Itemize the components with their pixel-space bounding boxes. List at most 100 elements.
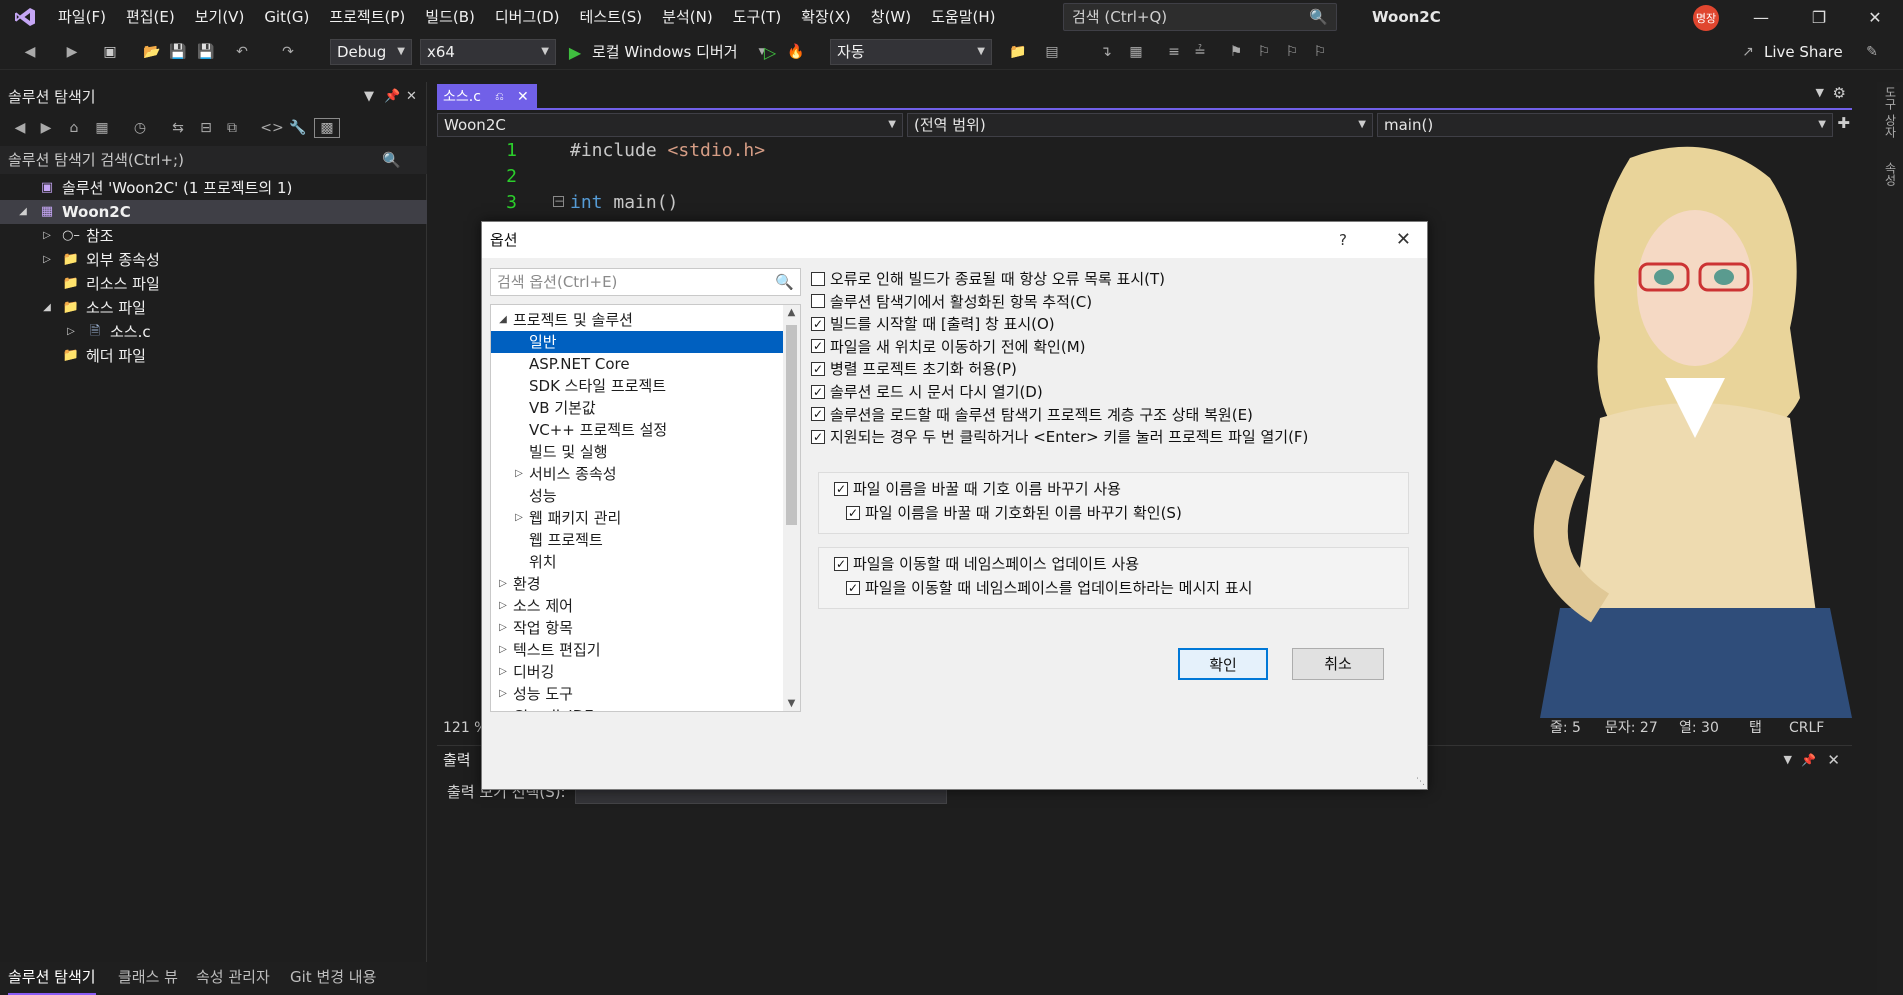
collapsed-icon[interactable]: ▷ — [64, 320, 78, 344]
checkbox-unchecked-icon[interactable] — [811, 271, 825, 286]
scroll-up-icon[interactable]: ▲ — [783, 307, 800, 318]
pending-changes-icon[interactable]: ◷ — [130, 118, 150, 138]
checkbox-checked-icon[interactable]: ✓ — [811, 339, 825, 354]
panel-menu-icon[interactable]: ▼ — [364, 82, 374, 112]
tab-source-c[interactable]: 소스.c ⎌ ✕ — [437, 84, 537, 110]
tree-item[interactable]: 📁 리소스 파일 — [0, 272, 427, 296]
resize-grip-icon[interactable]: ⋱ — [1416, 777, 1425, 787]
checkbox-checked-icon[interactable]: ✓ — [834, 481, 848, 496]
visual-studio-logo-icon[interactable] — [8, 0, 42, 34]
start-debugging-icon[interactable]: ▶ — [565, 42, 585, 62]
options-tree-item[interactable]: ASP.NET Core — [491, 353, 785, 375]
option-checkbox[interactable]: ✓ 솔루션 로드 시 문서 다시 열기(D) — [811, 381, 1043, 403]
options-tree-item[interactable]: ▷ 서비스 종속성 — [491, 463, 785, 485]
option-checkbox[interactable]: ✓ 파일을 새 위치로 이동하기 전에 확인(M) — [811, 336, 1086, 358]
options-tree-item[interactable]: 위치 — [491, 551, 785, 573]
menu-item[interactable]: 분석(N) — [652, 0, 723, 34]
collapsed-icon[interactable]: ▷ — [497, 573, 509, 595]
menu-item[interactable]: 확장(X) — [791, 0, 861, 34]
menu-item[interactable]: 도구(T) — [723, 0, 791, 34]
expanded-icon[interactable]: ◢ — [497, 309, 509, 331]
code-icon[interactable]: <> — [260, 118, 283, 138]
option-checkbox[interactable]: 오류로 인해 빌드가 종료될 때 항상 오류 목록 표시(T) — [811, 268, 1165, 290]
collapsed-icon[interactable]: ▷ — [40, 248, 54, 272]
hot-reload-icon[interactable]: 🔥 — [786, 42, 806, 62]
minimize-button[interactable]: — — [1738, 0, 1784, 34]
menu-item[interactable]: 창(W) — [861, 0, 921, 34]
collapse-region-icon[interactable]: − — [553, 195, 564, 207]
new-project-icon[interactable]: ▣ — [100, 42, 120, 62]
redo-icon[interactable]: ↷ — [278, 42, 298, 62]
menu-item[interactable]: 프로젝트(P) — [319, 0, 415, 34]
undo-icon[interactable]: ↶ — [232, 42, 252, 62]
options-tree-item[interactable]: ▷ 작업 항목 — [491, 617, 785, 639]
preview-selected-icon[interactable]: ▩ — [314, 118, 340, 138]
clear-bookmarks-icon[interactable]: ⚐ — [1310, 42, 1330, 62]
collapse-all-icon[interactable]: ⊟ — [196, 118, 216, 138]
menu-item[interactable]: 디버그(D) — [485, 0, 570, 34]
browse-icon[interactable]: 📁 — [1008, 42, 1028, 62]
bottom-tab[interactable]: 속성 관리자 — [196, 962, 270, 993]
options-tree-item[interactable]: VC++ 프로젝트 설정 — [491, 419, 785, 441]
menu-item[interactable]: Git(G) — [254, 0, 319, 34]
restore-button[interactable]: ❐ — [1796, 0, 1842, 34]
options-tree-item[interactable]: ▷ 성능 도구 — [491, 683, 785, 705]
tree-item[interactable]: ▷ 📁 외부 종속성 — [0, 248, 427, 272]
collapsed-icon[interactable]: ▷ — [497, 661, 509, 683]
options-tree-item[interactable]: 일반 — [491, 331, 785, 353]
bottom-tab[interactable]: Git 변경 내용 — [290, 962, 376, 993]
option-checkbox[interactable]: ✓ 지원되는 경우 두 번 클릭하거나 <Enter> 키를 눌러 프로젝트 파일… — [811, 426, 1308, 448]
checkbox-checked-icon[interactable]: ✓ — [811, 407, 825, 422]
project-dropdown[interactable]: Woon2C ▼ — [437, 113, 903, 137]
show-all-files-icon[interactable]: ⧉ — [222, 118, 242, 138]
solution-search-input[interactable]: 솔루션 탐색기 검색(Ctrl+;) 🔍 — [0, 146, 427, 174]
checkbox-checked-icon[interactable]: ✓ — [846, 580, 860, 595]
tree-item[interactable]: ◢ 📁 소스 파일 — [0, 296, 427, 320]
navigate-back-icon[interactable]: ◀ — [20, 42, 40, 62]
help-button[interactable]: ? — [1339, 222, 1347, 258]
scrollbar-thumb[interactable] — [786, 325, 797, 525]
checkbox-checked-icon[interactable]: ✓ — [811, 316, 825, 331]
options-tree-item[interactable]: VB 기본값 — [491, 397, 785, 419]
close-panel-icon[interactable]: ✕ — [1827, 746, 1840, 774]
options-tree-item[interactable]: ▷ 웹 패키지 관리 — [491, 507, 785, 529]
member-dropdown[interactable]: main() ▼ — [1377, 113, 1833, 137]
options-tree-item[interactable]: ▷ 디버깅 — [491, 661, 785, 683]
platform-dropdown[interactable]: x64 ▼ — [420, 39, 556, 65]
collapsed-icon[interactable]: ▷ — [40, 224, 54, 248]
live-share-button[interactable]: Live Share — [1764, 34, 1843, 70]
collapsed-icon[interactable]: ▷ — [513, 507, 525, 529]
option-checkbox[interactable]: ✓ 파일 이름을 바꿀 때 기호 이름 바꾸기 사용 — [834, 478, 1121, 500]
live-share-icon[interactable]: ↗ — [1738, 42, 1758, 62]
global-search-input[interactable]: 검색 (Ctrl+Q) 🔍 — [1063, 3, 1337, 31]
sync-icon[interactable]: ⇆ — [168, 118, 188, 138]
expanded-icon[interactable]: ◢ — [40, 296, 54, 320]
checkbox-checked-icon[interactable]: ✓ — [846, 505, 860, 520]
delete-icon[interactable]: ▦ — [1126, 42, 1146, 62]
expanded-icon[interactable]: ◢ — [16, 200, 30, 224]
debug-target-dropdown[interactable]: 자동 ▼ — [830, 39, 992, 65]
bottom-tab[interactable]: 솔루션 탐색기 — [8, 962, 96, 995]
options-tree-item[interactable]: SDK 스타일 프로젝트 — [491, 375, 785, 397]
tree-item[interactable]: ▷ ○– 참조 — [0, 224, 427, 248]
bookmark-icon[interactable]: ⚑ — [1226, 42, 1246, 62]
menu-item[interactable]: 빌드(B) — [415, 0, 485, 34]
indent-icon[interactable]: ≡ — [1164, 42, 1184, 62]
tree-item[interactable]: ▷ 🗎 소스.c — [0, 320, 427, 344]
comment-icon[interactable]: ≟ — [1190, 42, 1210, 62]
checkbox-checked-icon[interactable]: ✓ — [811, 361, 825, 376]
checkbox-checked-icon[interactable]: ✓ — [811, 384, 825, 399]
next-bookmark-icon[interactable]: ⚐ — [1282, 42, 1302, 62]
scope-dropdown[interactable]: (전역 범위) ▼ — [907, 113, 1373, 137]
layout-icon[interactable]: ▤ — [1042, 42, 1062, 62]
tree-item[interactable]: ▣ 솔루션 'Woon2C' (1 프로젝트의 1) — [0, 176, 427, 200]
ok-button[interactable]: 확인 — [1178, 648, 1268, 680]
configuration-dropdown[interactable]: Debug ▼ — [330, 39, 412, 65]
save-icon[interactable]: 💾 — [168, 42, 188, 62]
scroll-down-icon[interactable]: ▼ — [783, 698, 800, 709]
tree-item[interactable]: ◢ ▦ Woon2C — [0, 200, 427, 224]
split-icon[interactable]: ✚ — [1837, 114, 1850, 132]
save-all-icon[interactable]: 💾 — [196, 42, 216, 62]
menu-item[interactable]: 편집(E) — [116, 0, 185, 34]
close-window-button[interactable]: ✕ — [1852, 0, 1898, 34]
